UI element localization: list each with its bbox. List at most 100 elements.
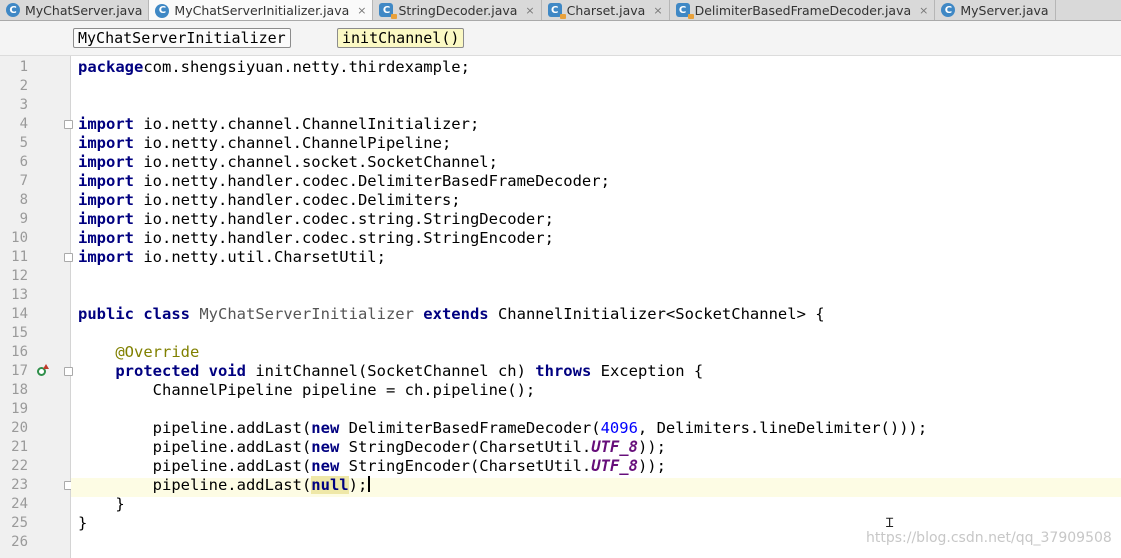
- line-number: 24: [11, 496, 28, 512]
- tab-myserver[interactable]: C MyServer.java: [935, 0, 1056, 20]
- code-line[interactable]: import io.netty.channel.socket.SocketCha…: [78, 153, 498, 172]
- code-token: io.netty.channel.ChannelPipeline;: [134, 134, 452, 152]
- code-token: new: [311, 438, 340, 456]
- breadcrumb: MyChatServerInitializer initChannel(): [0, 21, 1121, 56]
- line-number: 22: [11, 458, 28, 474]
- code-line[interactable]: public class MyChatServerInitializer ext…: [78, 305, 825, 324]
- code-line[interactable]: @Override: [78, 343, 199, 362]
- code-token: io.netty.handler.codec.string.StringEnco…: [134, 229, 554, 247]
- line-number: 18: [11, 382, 28, 398]
- line-number: 4: [19, 116, 28, 132]
- lock-icon: [687, 14, 694, 19]
- code-line[interactable]: pipeline.addLast(new StringEncoder(Chars…: [78, 457, 666, 476]
- tab-label: DelimiterBasedFrameDecoder.java: [694, 2, 912, 18]
- library-class-icon: C: [675, 3, 694, 19]
- line-number: 14: [11, 306, 28, 322]
- code-line[interactable]: protected void initChannel(SocketChannel…: [78, 362, 703, 381]
- caret: [368, 476, 371, 492]
- fold-marker-icon[interactable]: [64, 367, 73, 376]
- code-token: import: [78, 153, 134, 171]
- code-line[interactable]: ChannelPipeline pipeline = ch.pipeline()…: [78, 381, 536, 400]
- tab-stringdecoder[interactable]: C StringDecoder.java ×: [373, 0, 542, 20]
- code-line[interactable]: import io.netty.util.CharsetUtil;: [78, 248, 386, 267]
- code-token: io.netty.handler.codec.string.StringDeco…: [134, 210, 554, 228]
- line-number: 23: [11, 477, 28, 493]
- code-line[interactable]: import io.netty.handler.codec.string.Str…: [78, 210, 554, 229]
- code-token: import: [78, 191, 134, 209]
- code-line[interactable]: import io.netty.channel.ChannelInitializ…: [78, 115, 479, 134]
- line-number: 6: [19, 154, 28, 170]
- close-tab-icon[interactable]: ×: [525, 4, 534, 17]
- line-number: 20: [11, 420, 28, 436]
- code-token: io.netty.util.CharsetUtil;: [134, 248, 386, 266]
- code-token: throws: [535, 362, 592, 380]
- code-line[interactable]: packagecom.shengsiyuan.netty.thirdexampl…: [78, 58, 470, 77]
- line-number: 15: [11, 325, 28, 341]
- code-token: import: [78, 248, 134, 266]
- code-token: , Delimiters.lineDelimiter()));: [637, 419, 928, 437]
- code-token: UTF_8: [591, 438, 638, 456]
- code-token: new: [311, 457, 340, 475]
- code-token: StringDecoder(CharsetUtil.: [339, 438, 592, 456]
- tab-label: StringDecoder.java: [398, 2, 518, 18]
- code-token: MyChatServerInitializer: [199, 305, 424, 323]
- code-token: import: [78, 229, 134, 247]
- code-line[interactable]: import io.netty.handler.codec.string.Str…: [78, 229, 554, 248]
- code-line[interactable]: import io.netty.handler.codec.Delimiters…: [78, 191, 461, 210]
- code-token: 4096: [600, 419, 638, 437]
- line-number: 2: [19, 78, 28, 94]
- line-number: 19: [11, 401, 28, 417]
- code-line[interactable]: pipeline.addLast(new DelimiterBasedFrame…: [78, 419, 928, 438]
- line-number: 17: [11, 363, 28, 379]
- close-tab-icon[interactable]: ×: [653, 4, 662, 17]
- code-token: ));: [637, 457, 666, 475]
- line-number-gutter[interactable]: 1 2 3 4 5 6 7 8 9 10 11 12 13 14 15 16 17 18 19 20 21 22 23 24 2…: [0, 56, 73, 558]
- code-line[interactable]: }: [78, 514, 87, 533]
- code-token: com.shengsiyuan.netty.thirdexample;: [143, 58, 470, 76]
- fold-marker-icon[interactable]: [64, 253, 73, 262]
- line-number: 7: [19, 173, 28, 189]
- class-c-icon: C: [941, 3, 956, 17]
- code-token: UTF_8: [591, 457, 638, 475]
- code-line[interactable]: pipeline.addLast(null);: [78, 476, 371, 495]
- code-token: pipeline.addLast(: [78, 476, 312, 494]
- tab-mychatserverinitializer[interactable]: C MyChatServerInitializer.java ×: [149, 0, 374, 20]
- code-line[interactable]: pipeline.addLast(new StringDecoder(Chars…: [78, 438, 666, 457]
- code-token: StringEncoder(CharsetUtil.: [339, 457, 592, 475]
- close-tab-icon[interactable]: ×: [357, 4, 366, 17]
- code-token: new: [311, 419, 340, 437]
- tab-delimiterbasedframedecoder[interactable]: C DelimiterBasedFrameDecoder.java ×: [670, 0, 936, 20]
- code-token: pipeline.addLast(: [78, 419, 312, 437]
- code-token: DelimiterBasedFrameDecoder(: [339, 419, 601, 437]
- code-token: pipeline.addLast(: [78, 457, 312, 475]
- fold-marker-icon[interactable]: [64, 120, 73, 129]
- line-number: 21: [11, 439, 28, 455]
- code-token: extends: [423, 305, 489, 323]
- code-token: Exception {: [591, 362, 704, 380]
- tab-mychatserver[interactable]: C MyChatServer.java: [0, 0, 150, 20]
- override-method-icon[interactable]: [37, 364, 49, 376]
- tab-charset[interactable]: C Charset.java ×: [542, 0, 670, 20]
- breadcrumb-method[interactable]: initChannel(): [337, 28, 465, 48]
- code-token: ChannelPipeline pipeline = ch.pipeline()…: [78, 381, 536, 399]
- lock-icon: [391, 14, 398, 19]
- code-line[interactable]: import io.netty.channel.ChannelPipeline;: [78, 134, 451, 153]
- code-token: import: [78, 172, 134, 190]
- code-line[interactable]: }: [78, 495, 124, 514]
- code-line[interactable]: import io.netty.handler.codec.DelimiterB…: [78, 172, 610, 191]
- line-number: 5: [19, 135, 28, 151]
- library-class-icon: C: [547, 3, 566, 19]
- breadcrumb-class[interactable]: MyChatServerInitializer: [73, 28, 291, 48]
- code-token: pipeline.addLast(: [78, 438, 312, 456]
- code-token: }: [78, 514, 88, 532]
- close-tab-icon[interactable]: ×: [919, 4, 928, 17]
- line-number: 1: [19, 59, 28, 75]
- tab-label: MyChatServer.java: [25, 2, 143, 18]
- code-token: import: [78, 115, 134, 133]
- line-number: 9: [19, 211, 28, 227]
- code-token: );: [348, 476, 368, 494]
- tab-label: MyServer.java: [960, 2, 1049, 18]
- line-number: 16: [11, 344, 28, 360]
